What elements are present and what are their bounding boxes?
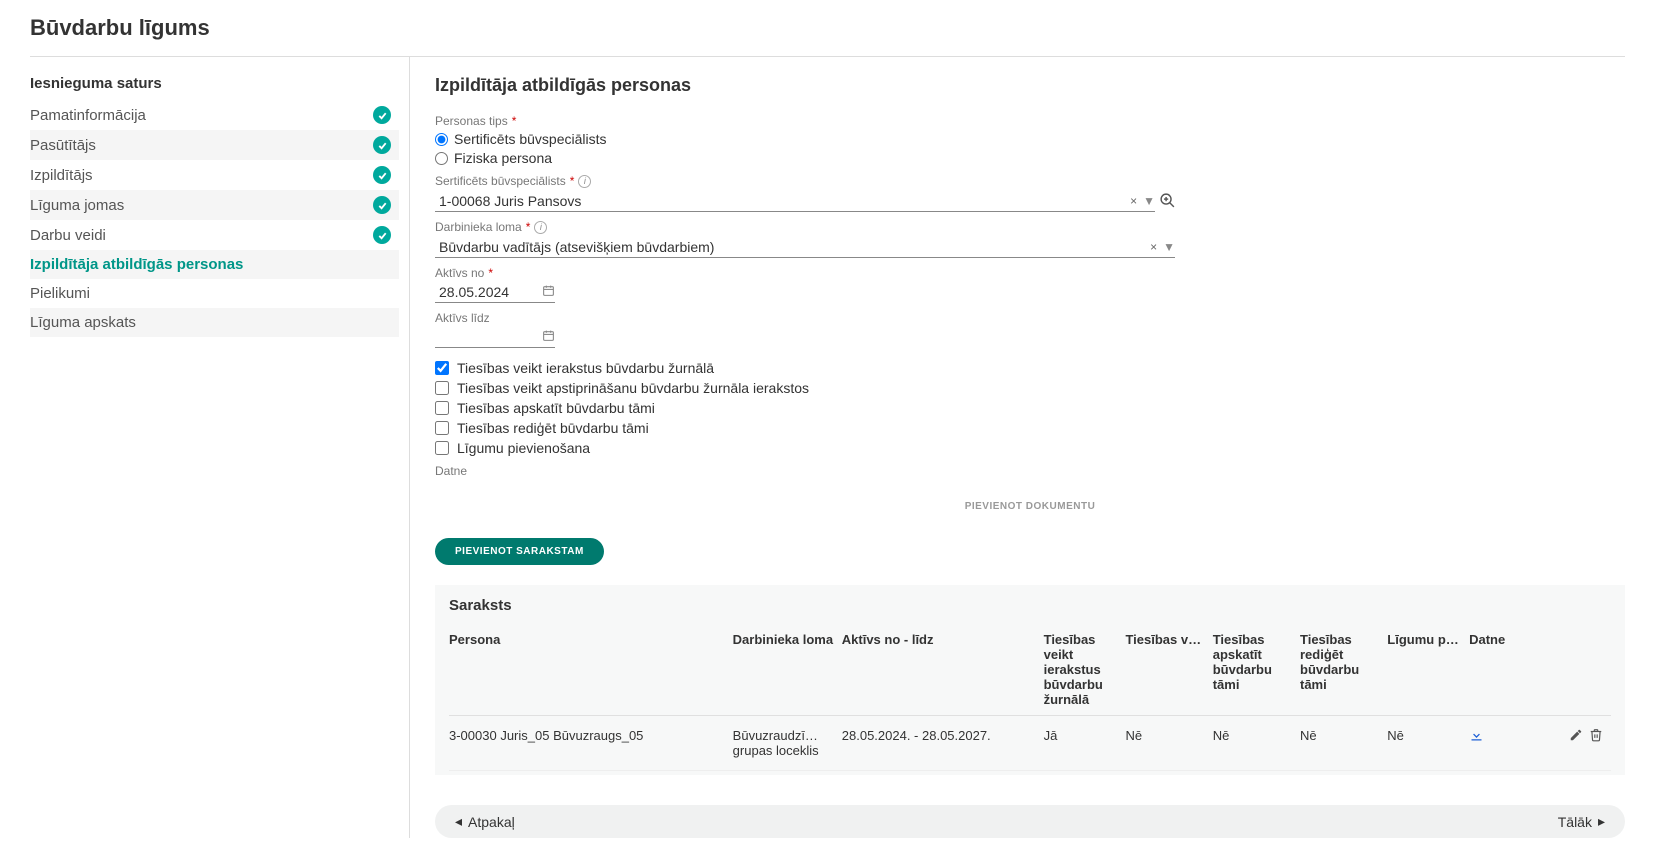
radio-cert-specialist[interactable]: Sertificēts būvspeciālists	[435, 131, 1625, 147]
radio-fiziska[interactable]: Fiziska persona	[435, 150, 1625, 166]
check-icon	[373, 196, 391, 214]
check-icon	[373, 106, 391, 124]
main-content: Izpildītāja atbildīgās personas Personas…	[410, 57, 1625, 838]
sidebar-item-6[interactable]: Pielikumi	[30, 279, 399, 308]
cell-r1: Jā	[1044, 716, 1126, 771]
sidebar: Iesnieguma saturs Pamatinformācija Pasūtī…	[30, 57, 410, 838]
cell-r4: Nē	[1300, 716, 1387, 771]
footer-nav: ◂ Atpakaļ Tālāk ▸	[435, 805, 1625, 838]
check-0[interactable]: Tiesības veikt ierakstus būvdarbu žurnāl…	[435, 360, 1625, 376]
chevron-down-icon[interactable]: ▼	[1143, 194, 1155, 208]
chevron-right-icon: ▸	[1598, 813, 1605, 830]
check-label: Tiesības veikt apstiprināšanu būvdarbu ž…	[457, 380, 809, 396]
sidebar-item-label: Izpildītāja atbildīgās personas	[30, 256, 391, 273]
sidebar-item-2[interactable]: Izpildītājs	[30, 160, 399, 190]
chevron-down-icon[interactable]: ▼	[1163, 240, 1175, 254]
cell-person: 3-00030 Juris_05 Būvuzraugs_05	[449, 716, 733, 771]
radio-cert-specialist-input[interactable]	[435, 133, 448, 146]
sidebar-item-3[interactable]: Līguma jomas	[30, 190, 399, 220]
check-input-0[interactable]	[435, 361, 449, 375]
sidebar-title: Iesnieguma saturs	[30, 57, 399, 100]
cell-r2: Nē	[1125, 716, 1212, 771]
cell-actions	[1556, 716, 1611, 771]
clear-icon[interactable]: ×	[1150, 240, 1157, 254]
active-to-label: Aktīvs līdz	[435, 311, 1625, 325]
check-label: Tiesības rediģēt būvdarbu tāmi	[457, 420, 649, 436]
active-from-label: Aktīvs no*	[435, 266, 1625, 280]
calendar-icon[interactable]	[542, 284, 555, 300]
th-r2[interactable]: Tiesības veikt apstipri… būvdarbu žurnāl…	[1125, 624, 1212, 716]
cell-role: Būvuzraudzī… grupas loceklis	[733, 716, 842, 771]
specialist-label: Sertificēts būvspeciālists* i	[435, 174, 1625, 188]
check-icon	[373, 226, 391, 244]
check-label: Līgumu pievienošana	[457, 440, 590, 456]
th-r1[interactable]: Tiesības veikt ierakstus būvdarbu žurnāl…	[1044, 624, 1126, 716]
check-input-1[interactable]	[435, 381, 449, 395]
check-label: Tiesības veikt ierakstus būvdarbu žurnāl…	[457, 360, 714, 376]
th-r4[interactable]: Tiesības rediģēt būvdarbu tāmi	[1300, 624, 1387, 716]
specialist-select[interactable]: 1-00068 Juris Pansovs × ▼	[435, 190, 1155, 212]
active-to-input[interactable]	[435, 327, 555, 348]
download-icon[interactable]	[1469, 731, 1484, 746]
chevron-left-icon: ◂	[455, 813, 462, 830]
next-button[interactable]: Tālāk ▸	[1558, 813, 1605, 830]
check-4[interactable]: Līgumu pievienošana	[435, 440, 1625, 456]
sidebar-item-label: Līguma jomas	[30, 197, 373, 214]
trash-icon[interactable]	[1589, 730, 1603, 745]
cell-r5: Nē	[1387, 716, 1469, 771]
role-label: Darbinieka loma* i	[435, 220, 1625, 234]
check-icon	[373, 166, 391, 184]
active-from-input[interactable]: 28.05.2024	[435, 282, 555, 303]
cell-file	[1469, 716, 1556, 771]
search-icon[interactable]	[1159, 192, 1176, 212]
th-file[interactable]: Datne	[1469, 624, 1556, 716]
sidebar-item-5[interactable]: Izpildītāja atbildīgās personas	[30, 250, 399, 279]
radio-fiziska-input[interactable]	[435, 152, 448, 165]
add-document-button[interactable]: PIEVIENOT DOKUMENTU	[435, 493, 1625, 520]
sidebar-item-7[interactable]: Līguma apskats	[30, 308, 399, 337]
sidebar-item-label: Pielikumi	[30, 285, 391, 302]
back-button[interactable]: ◂ Atpakaļ	[455, 813, 515, 830]
th-person[interactable]: Persona	[449, 624, 733, 716]
persons-table: Persona Darbinieka loma Aktīvs no - līdz…	[449, 624, 1611, 771]
check-label: Tiesības apskatīt būvdarbu tāmi	[457, 400, 655, 416]
main-title: Izpildītāja atbildīgās personas	[435, 75, 1625, 96]
sidebar-item-label: Darbu veidi	[30, 227, 373, 244]
th-period[interactable]: Aktīvs no - līdz	[842, 624, 1044, 716]
sidebar-item-label: Līguma apskats	[30, 314, 391, 331]
check-icon	[373, 136, 391, 154]
sidebar-item-label: Izpildītājs	[30, 167, 373, 184]
check-input-3[interactable]	[435, 421, 449, 435]
cell-period: 28.05.2024. - 28.05.2027.	[842, 716, 1044, 771]
add-to-list-button[interactable]: PIEVIENOT SARAKSTAM	[435, 538, 604, 565]
page-title: Būvdarbu līgums	[30, 15, 1625, 41]
clear-icon[interactable]: ×	[1130, 194, 1137, 208]
list-title: Saraksts	[449, 597, 1611, 614]
calendar-icon[interactable]	[542, 329, 555, 345]
sidebar-item-label: Pasūtītājs	[30, 137, 373, 154]
check-1[interactable]: Tiesības veikt apstiprināšanu būvdarbu ž…	[435, 380, 1625, 396]
sidebar-item-1[interactable]: Pasūtītājs	[30, 130, 399, 160]
info-icon[interactable]: i	[578, 175, 591, 188]
sidebar-item-0[interactable]: Pamatinformācija	[30, 100, 399, 130]
file-label: Datne	[435, 464, 1625, 478]
check-2[interactable]: Tiesības apskatīt būvdarbu tāmi	[435, 400, 1625, 416]
th-r5[interactable]: Līgumu pievien…	[1387, 624, 1469, 716]
th-r3[interactable]: Tiesības apskatīt būvdarbu tāmi	[1213, 624, 1300, 716]
check-input-4[interactable]	[435, 441, 449, 455]
edit-icon[interactable]	[1569, 730, 1583, 745]
sidebar-item-label: Pamatinformācija	[30, 107, 373, 124]
table-row: 3-00030 Juris_05 Būvuzraugs_05Būvuzraudz…	[449, 716, 1611, 771]
person-type-label: Personas tips*	[435, 114, 1625, 128]
check-input-2[interactable]	[435, 401, 449, 415]
list-section: Saraksts Persona Darbinieka loma Aktīvs …	[435, 585, 1625, 775]
role-select[interactable]: Būvdarbu vadītājs (atsevišķiem būvdarbie…	[435, 236, 1175, 258]
check-3[interactable]: Tiesības rediģēt būvdarbu tāmi	[435, 420, 1625, 436]
th-role[interactable]: Darbinieka loma	[733, 624, 842, 716]
sidebar-item-4[interactable]: Darbu veidi	[30, 220, 399, 250]
info-icon[interactable]: i	[534, 221, 547, 234]
cell-r3: Nē	[1213, 716, 1300, 771]
